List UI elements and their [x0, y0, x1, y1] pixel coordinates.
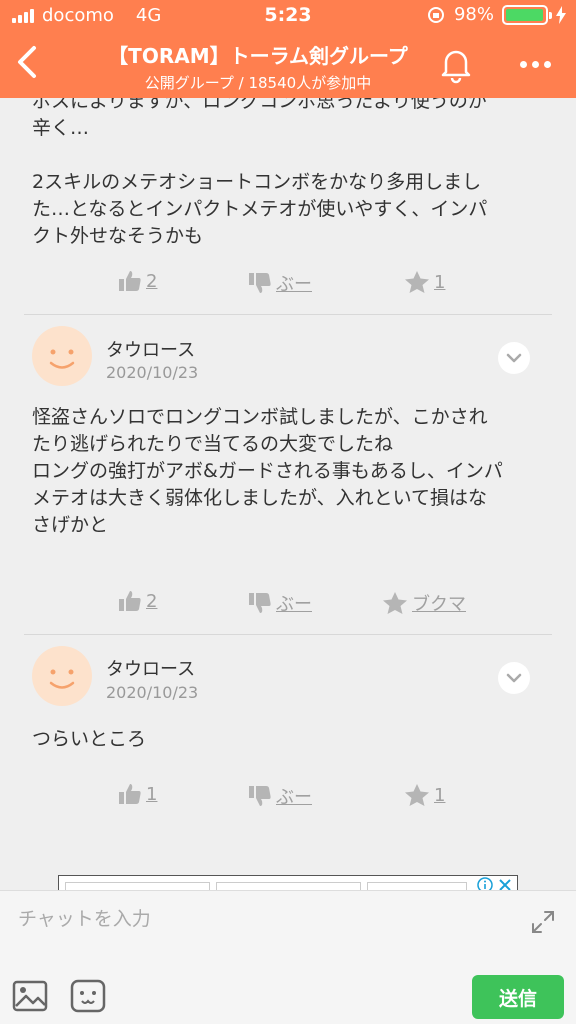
post-reactions: 2 ぶー 1 [0, 270, 576, 300]
thumbs-down-icon [249, 273, 271, 293]
group-title: 【TORAM】トーラム剣グループ [108, 44, 408, 68]
bell-icon [441, 50, 471, 84]
divider [24, 634, 552, 635]
boo-button[interactable]: ぶー [248, 590, 312, 616]
post-text: つらいところ [32, 728, 147, 750]
app-header: docomo 4G 5:23 98% 【TORAM】トーラム剣グループ 公開グル… [0, 0, 576, 98]
post-menu-button[interactable] [498, 342, 530, 374]
bookmark-button[interactable]: 1 [404, 270, 445, 294]
sticker-button[interactable] [70, 979, 106, 1013]
thumbs-up-icon [119, 591, 141, 611]
more-dots-icon [519, 60, 527, 68]
boo-label: ぶー [276, 594, 312, 615]
star-icon [405, 784, 429, 806]
bookmark-button[interactable]: 1 [404, 783, 445, 807]
orientation-lock-icon [427, 6, 444, 23]
chevron-down-icon [506, 353, 522, 363]
more-button[interactable] [510, 42, 560, 86]
bookmark-label: ブクマ [412, 594, 466, 615]
like-count: 1 [146, 783, 158, 805]
image-icon [12, 980, 48, 1012]
boo-button[interactable]: ぶー [248, 783, 312, 809]
back-button[interactable] [8, 40, 48, 84]
send-button[interactable]: 送信 [472, 975, 564, 1019]
thumbs-down-icon [249, 786, 271, 806]
sticker-face-icon [70, 979, 106, 1013]
star-count: 1 [434, 784, 446, 806]
ad-banner[interactable] [58, 875, 518, 891]
expand-icon [532, 911, 554, 933]
star-count: 1 [434, 271, 446, 293]
chevron-down-icon [506, 673, 522, 683]
post-date: 2020/10/23 [106, 683, 199, 702]
battery-icon [502, 4, 552, 25]
post-text: 怪盗さんソロでロングコンボ試しましたが、こかされ たり逃げられたりで当てるの大変… [32, 406, 503, 536]
smiley-face-icon [49, 669, 75, 689]
thumbs-down-icon [249, 593, 271, 613]
notification-button[interactable] [436, 42, 476, 86]
smiley-face-icon [49, 349, 75, 369]
avatar[interactable] [32, 646, 92, 706]
avatar[interactable] [32, 326, 92, 386]
star-icon [383, 592, 407, 614]
boo-label: ぶー [276, 787, 312, 808]
username[interactable]: タウロース [106, 655, 195, 681]
post-text: ボスによりますが、ロングコンボ思ったより使うのが 辛く… 2スキルのメテオショー… [32, 98, 488, 247]
like-count: 2 [146, 270, 158, 292]
like-button[interactable]: 1 [118, 783, 157, 805]
message-feed[interactable]: ボスによりますが、ロングコンボ思ったより使うのが 辛く… 2スキルのメテオショー… [0, 98, 576, 888]
thumbs-up-icon [119, 784, 141, 804]
image-button[interactable] [12, 979, 48, 1013]
group-subtitle: 公開グループ / 18540人が参加中 [144, 74, 372, 92]
status-bar: docomo 4G 5:23 98% [0, 0, 576, 30]
chevron-left-icon [18, 46, 36, 78]
username[interactable]: タウロース [106, 336, 195, 362]
divider [24, 314, 552, 315]
bookmark-button[interactable]: ブクマ [382, 590, 466, 616]
chat-input[interactable] [18, 901, 508, 937]
post-menu-button[interactable] [498, 662, 530, 694]
like-count: 2 [146, 590, 158, 612]
post-reactions: 2 ぶー ブクマ [0, 590, 576, 620]
boo-label: ぶー [276, 274, 312, 295]
star-icon [405, 271, 429, 293]
post-reactions: 1 ぶー 1 [0, 783, 576, 813]
nav-bar: 【TORAM】トーラム剣グループ 公開グループ / 18540人が参加中 [0, 30, 576, 98]
charging-icon [556, 5, 566, 24]
post-date: 2020/10/23 [106, 363, 199, 382]
thumbs-up-icon [119, 271, 141, 291]
close-icon[interactable] [497, 877, 513, 891]
battery-percent: 98% [453, 4, 494, 25]
like-button[interactable]: 2 [118, 270, 157, 292]
expand-button[interactable] [528, 907, 558, 937]
info-icon[interactable] [477, 877, 493, 891]
boo-button[interactable]: ぶー [248, 270, 312, 296]
like-button[interactable]: 2 [118, 590, 157, 612]
chat-input-bar: 送信 [0, 890, 576, 1024]
